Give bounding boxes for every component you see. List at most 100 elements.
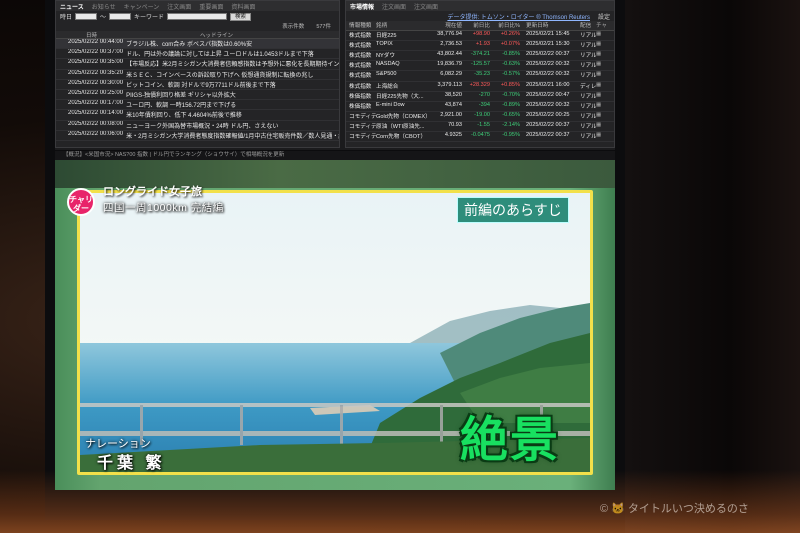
col-chart: チャート — [596, 23, 606, 29]
market-price: 43,802.44 — [437, 51, 462, 58]
chart-icon[interactable]: ▦ — [596, 102, 606, 111]
tab-important[interactable]: 重要画面 — [199, 2, 223, 11]
market-change-pct: -0.70% — [502, 91, 520, 98]
chart-icon[interactable]: ▦ — [596, 132, 606, 141]
chart-icon[interactable]: ▦ — [596, 41, 606, 50]
market-delivery: リアル — [580, 43, 596, 50]
tab-materials[interactable]: 資料画面 — [231, 2, 255, 11]
tab-order[interactable]: 注文画面 — [167, 2, 191, 11]
news-headline[interactable]: ドル、円は外の議論に対しては上昇 ユーロドルは1.0453ドルまで下落 — [126, 49, 314, 58]
market-change: -270 — [478, 91, 490, 98]
news-headline[interactable]: 米ＳＥＣ、コインベースの訴訟取り下げへ 仮想通貨規制に転換の兆し — [126, 70, 313, 79]
date-from-field[interactable] — [75, 13, 98, 20]
market-delivery: リアル — [580, 123, 596, 130]
news-filter: 時日 〜 キーワード 検索 — [56, 11, 339, 22]
news-headline[interactable]: ビットコイン、軟調 対ドルで9万7711ドル前後まで下落 — [126, 80, 276, 89]
date-to-field[interactable] — [109, 13, 132, 20]
market-price: 3,379.113 — [437, 81, 462, 88]
market-name: NASDAQ — [376, 61, 400, 68]
news-headline[interactable]: 【市場反応】米2月ミシガン大消費者信頼感指数は予想外に悪化を長期期待インフレ率1… — [126, 59, 339, 68]
chart-icon[interactable]: ▦ — [596, 82, 606, 91]
chart-icon[interactable]: ▦ — [596, 51, 606, 60]
news-row[interactable]: 2025/02/22 00:35:20 米ＳＥＣ、コインベースの訴訟取り下げへ 仮… — [56, 70, 339, 80]
market-change: -1.55 — [477, 121, 490, 128]
chart-icon[interactable]: ▦ — [596, 122, 606, 131]
market-row[interactable]: 株式指数 上海総合 3,379.113 +28.329 +0.85% 2025/02/21… — [346, 82, 614, 92]
market-change: +1.93 — [475, 41, 490, 48]
market-type: 株式指数 — [349, 83, 372, 90]
news-time: 2025/02/22 00:25:00 — [68, 89, 124, 96]
market-change: -374.21 — [471, 51, 490, 58]
news-headline[interactable]: ユーロ円、軟調 一時156.72円まで下げる — [126, 100, 236, 109]
tab-notice[interactable]: お知らせ — [92, 2, 116, 11]
market-row[interactable]: コモディティCorn先物（CBOT） 4.9325 -0.0475 -0.95% 202… — [346, 132, 614, 143]
chart-icon[interactable]: ▦ — [596, 71, 606, 80]
news-row[interactable]: 2025/02/22 00:25:00 PIIGS-独債利回り格差 ギリシャ以外拡… — [56, 89, 339, 101]
news-row[interactable]: 2025/02/22 00:08:00 ニューヨーク外国為替市場概況・24時 ドル… — [56, 121, 339, 131]
news-row[interactable]: 2025/02/22 00:17:00 ユーロ円、軟調 一時156.72円まで下げ… — [56, 100, 339, 111]
news-row[interactable]: 2025/02/22 00:14:00 米10年債利回り、低下 4.4604%前後… — [56, 110, 339, 121]
news-panel-titlebar: ニュース お知らせ キャンペーン 注文画面 重要画面 資料画面 — [56, 1, 339, 11]
market-change-pct: -2.14% — [502, 121, 520, 128]
market-row[interactable]: 株式指数 TOPIX 2,736.53 +1.93 +0.07% 2025/02/21 1… — [346, 41, 614, 52]
market-change: -35.23 — [474, 71, 490, 78]
chart-icon[interactable]: ▦ — [596, 112, 606, 121]
market-updated: 2025/02/22 00:37 — [526, 132, 570, 139]
market-panel-title: 市場情報 — [350, 4, 375, 11]
market-type: 株式指数 — [349, 43, 372, 50]
market-change: +98.90 — [472, 31, 490, 38]
count-label: 表示件数 — [282, 24, 305, 30]
market-row[interactable]: 株価指数 E-mini Dow 43,874 -394 -0.89% 2025/02/22… — [346, 102, 614, 112]
market-row[interactable]: 株式指数 NASDAQ 19,836.79 -125.57 -0.63% 2025/02/… — [346, 61, 614, 72]
chart-icon[interactable]: ▦ — [596, 92, 606, 101]
news-row[interactable]: 2025/02/22 00:06:00 米・2月ミシガン大学消費者態度指数確報値/… — [56, 131, 339, 141]
search-button[interactable]: 検索 — [230, 12, 252, 21]
data-source-link[interactable]: データ提供: トムソン・ロイター ® Thomson Reuters — [447, 12, 590, 21]
news-headline[interactable]: PIIGS-独債利回り格差 ギリシャ以外拡大 — [126, 90, 236, 99]
news-headline[interactable]: 米・2月ミシガン大学消費者態度指数確報値/1月中古住宅販売件数／数人見通・経済 — [126, 131, 339, 140]
market-row[interactable]: コモディティ原油（WTI原油先... 70.93 -1.55 -2.14% 2025/0… — [346, 121, 614, 133]
keyword-input[interactable] — [167, 13, 228, 20]
news-list: 2025/02/22 00:44:00 ブラジル株、com合み ボベスパ指数は0.… — [56, 39, 339, 141]
market-row[interactable]: 株価指数 日経225先物（大... 38,520 -270 -0.70% 2025/02/… — [346, 92, 614, 102]
settings-button[interactable]: 設定 — [598, 12, 610, 21]
news-headline[interactable]: ニューヨーク外国為替市場概況・24時 ドル円、さえない — [126, 121, 278, 130]
news-headline[interactable]: ブラジル株、com合み ボベスパ指数は0.60%安 — [126, 39, 252, 48]
news-headline[interactable]: 米10年債利回り、低下 4.4604%前後で推移 — [126, 110, 242, 119]
news-time: 2025/02/22 00:37:00 — [68, 49, 124, 56]
tab-order-1[interactable]: 注文画面 — [382, 2, 406, 11]
market-type: コモディティ — [349, 134, 376, 141]
chart-icon[interactable]: ▦ — [596, 61, 606, 70]
channel-logo: チャリダー — [67, 188, 95, 216]
chart-icon[interactable]: ▦ — [596, 31, 606, 40]
market-name: NYダウ — [376, 53, 395, 60]
photo-watermark: © 🐱 タイトルいつ決めるのさ — [600, 503, 749, 515]
news-row[interactable]: 2025/02/22 00:35:00 【市場反応】米2月ミシガン大消費者信頼感指… — [56, 59, 339, 70]
market-row[interactable]: コモディティGold先物（COMEX） 2,921.00 -19.00 -0.65% 2… — [346, 112, 614, 122]
col-price: 現在値 — [445, 23, 462, 29]
news-time: 2025/02/22 00:35:00 — [68, 59, 124, 66]
market-updated: 2025/02/21 15:30 — [526, 41, 570, 48]
news-row[interactable]: 2025/02/22 00:30:00 ビットコイン、軟調 対ドルで9万7711ド… — [56, 80, 339, 90]
tv-top-strip — [55, 160, 615, 188]
market-name: Gold先物（COMEX） — [376, 113, 431, 120]
tab-order-2[interactable]: 注文画面 — [414, 2, 438, 11]
market-row[interactable]: 株式指数 S&P500 6,082.29 -35.23 -0.57% 2025/02/22… — [346, 71, 614, 82]
news-count: 表示件数 577件 — [56, 22, 339, 31]
news-time: 2025/02/22 00:14:00 — [68, 110, 124, 117]
market-updated: 2025/02/21 15:45 — [526, 31, 570, 38]
market-price: 19,836.79 — [437, 61, 462, 68]
market-row[interactable]: 株式指数 NYダウ 43,802.44 -374.21 -0.85% 2025/02/22… — [346, 51, 614, 62]
market-price: 2,736.53 — [440, 41, 462, 48]
market-delivery: ディレイ — [580, 83, 596, 90]
news-panel-title: ニュース — [60, 4, 84, 11]
market-price: 6,082.29 — [440, 71, 462, 78]
market-delivery: リアル — [580, 73, 596, 80]
news-row[interactable]: 2025/02/22 00:44:00 ブラジル株、com合み ボベスパ指数は0.… — [56, 39, 339, 50]
col-change-pct: 前日比% — [498, 23, 520, 29]
market-change-pct: +0.07% — [500, 41, 520, 48]
market-row[interactable]: 株式指数 日経225 38,776.94 +98.90 +0.26% 2025/02/21… — [346, 31, 614, 42]
news-row[interactable]: 2025/02/22 00:37:00 ドル、円は外の議論に対しては上昇 ユーロド… — [56, 49, 339, 60]
col-change: 前日比 — [473, 23, 490, 29]
tab-campaign[interactable]: キャンペーン — [124, 2, 160, 11]
